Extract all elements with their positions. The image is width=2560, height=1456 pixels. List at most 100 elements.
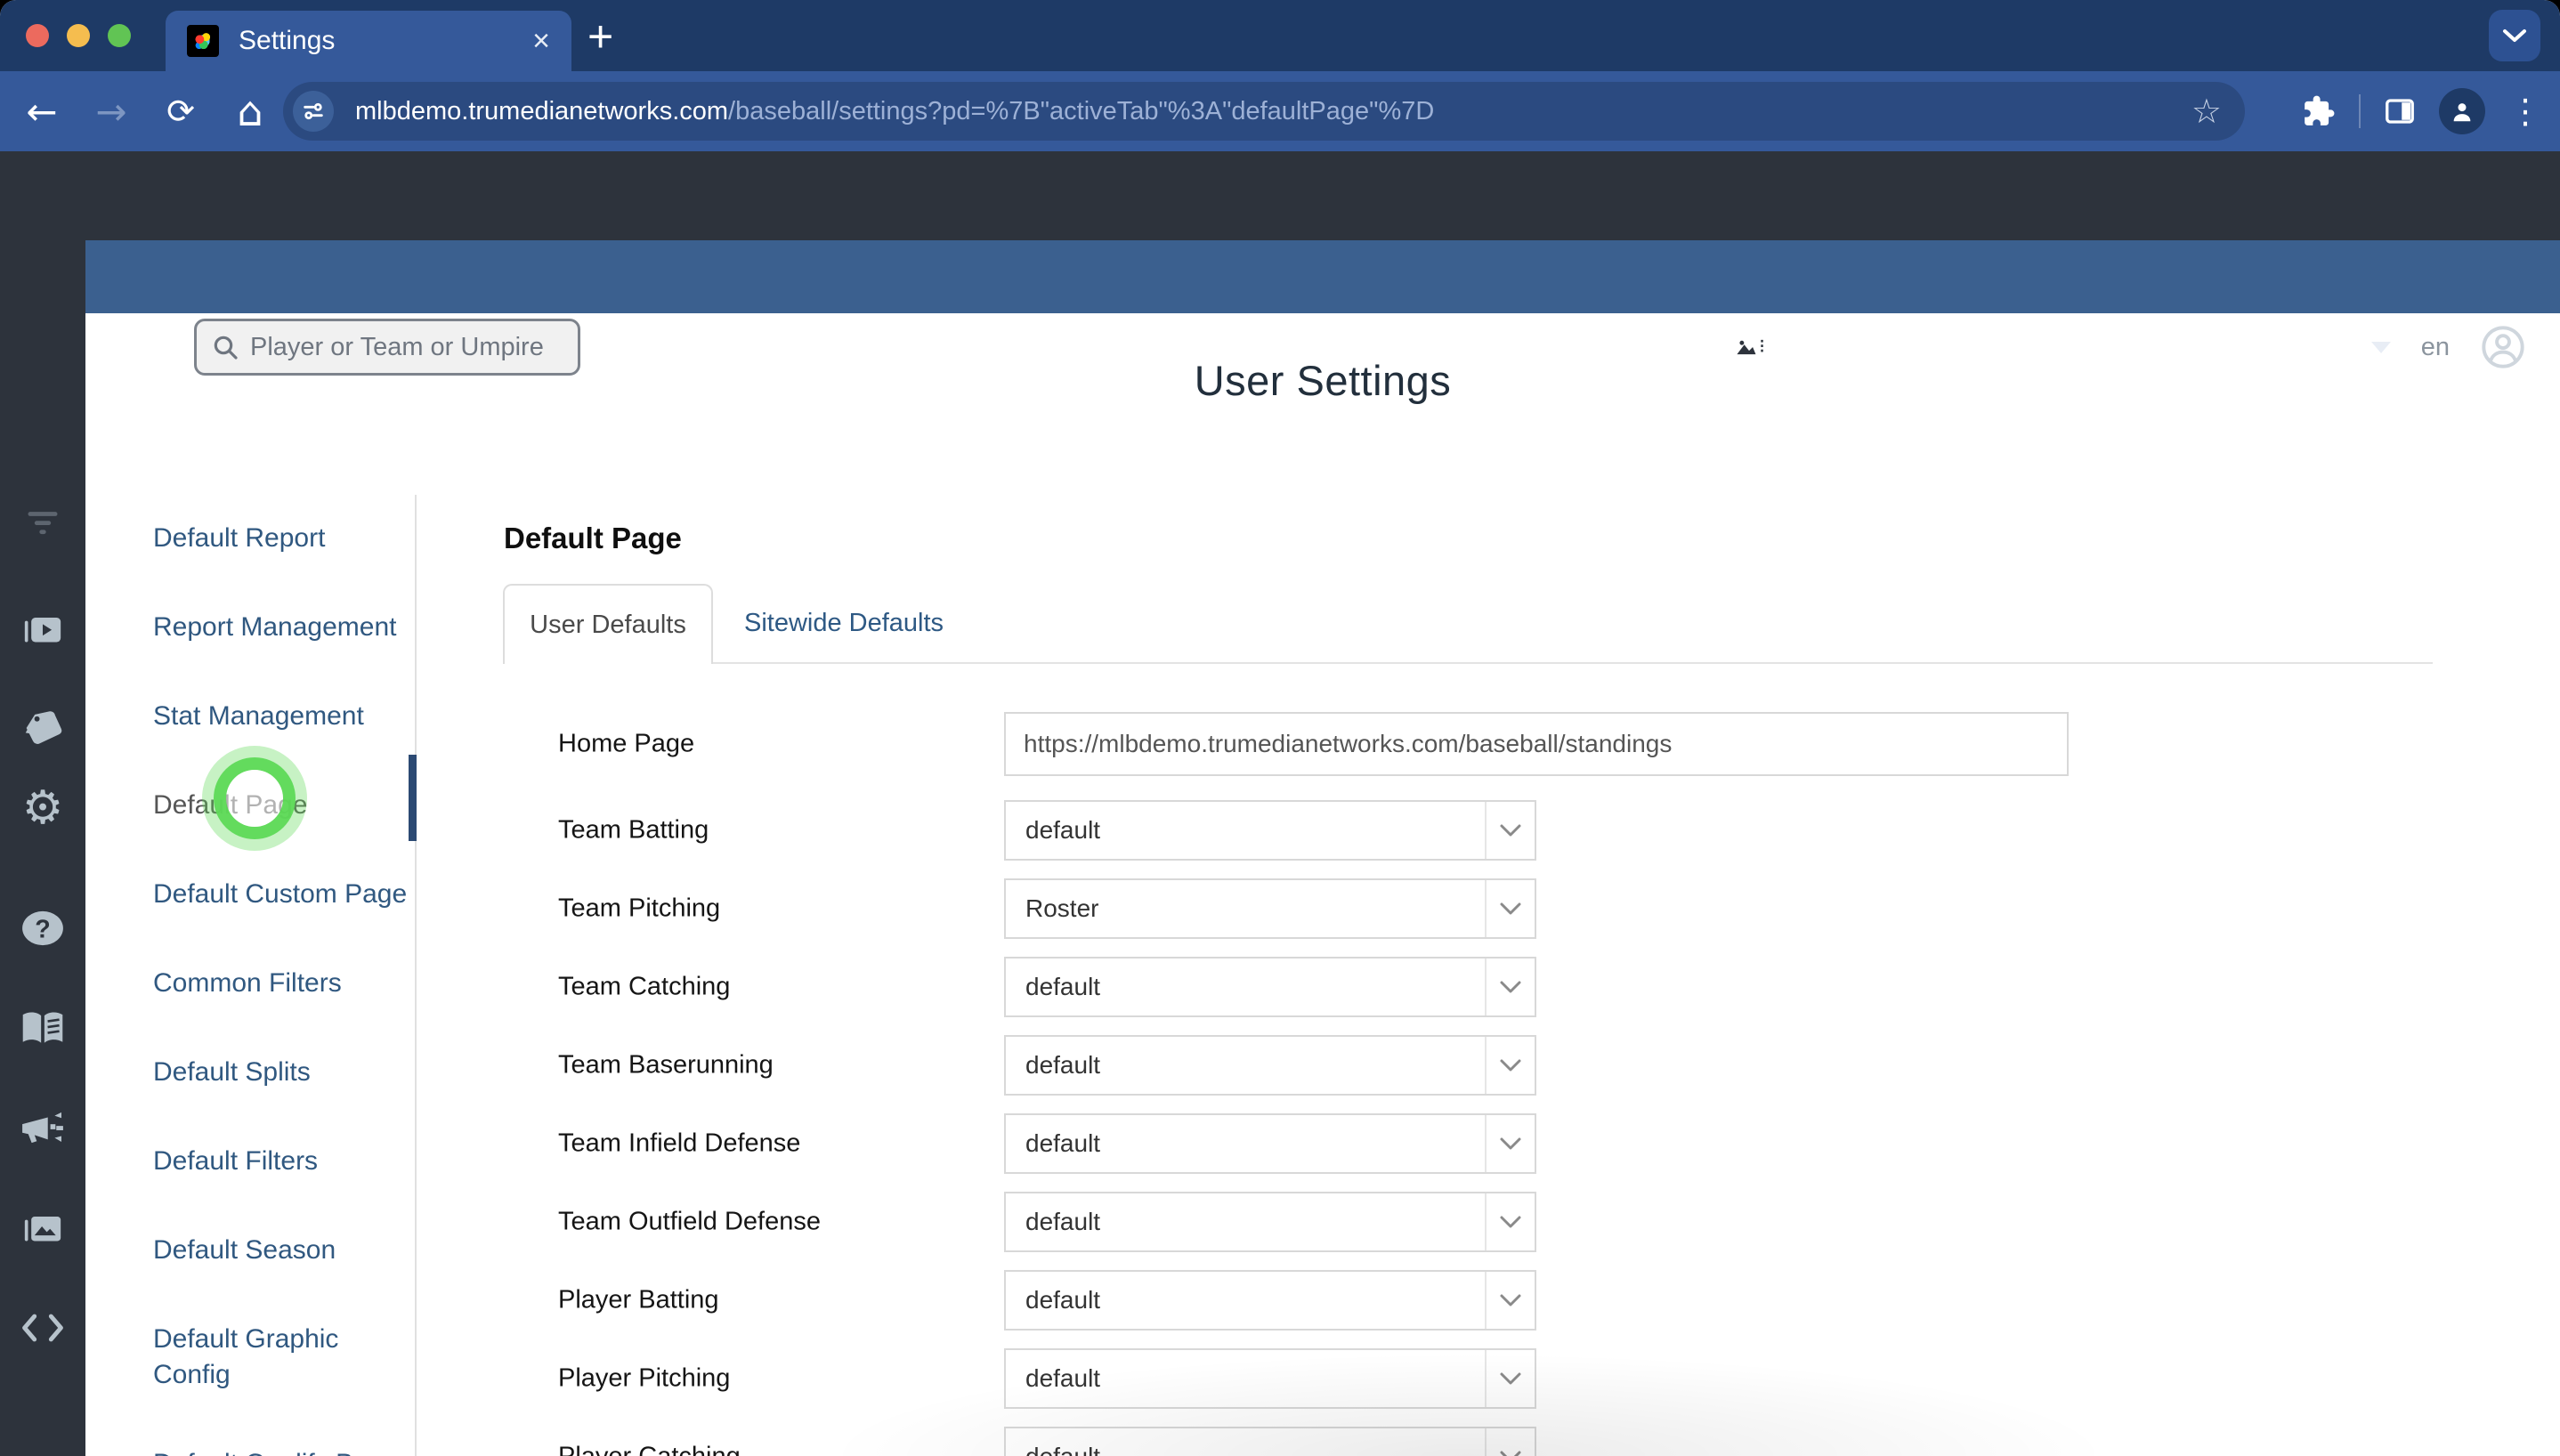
window-minimize-button[interactable] [67,24,90,47]
select-dropdown[interactable]: Roster [1004,878,1536,939]
tab-sitewide-defaults[interactable]: Sitewide Defaults [744,609,944,638]
section-title: Default Page [504,522,682,554]
settings-menu-item[interactable]: Default Page [153,788,420,823]
select-dropdown[interactable]: default [1004,1113,1536,1174]
select-value: default [1025,1286,1101,1314]
page-subheader-bar [85,240,2560,313]
tag-icon[interactable] [0,707,85,750]
select-dropdown[interactable]: default [1004,957,1536,1017]
window-close-button[interactable] [26,24,49,47]
help-icon[interactable]: ? [0,910,85,951]
announcements-megaphone-icon[interactable] [0,1109,85,1151]
select-rows: Team Batting default Team Pitching Roste… [503,800,2096,1456]
settings-menu-item[interactable]: Common Filters [153,966,420,1001]
svg-text:?: ? [35,916,50,944]
tab-user-defaults[interactable]: User Defaults [503,584,713,664]
select-value: default [1025,973,1101,1000]
settings-menu-item[interactable]: Default Filters [153,1144,420,1179]
glossary-book-icon[interactable] [0,1009,85,1051]
settings-gear-icon[interactable]: ⚙ [0,785,85,831]
default-page-form: Home Page Team Batting default Team Pitc… [503,712,2096,1456]
site-header: TRUMEDIA Standings Scores Teams Players [0,151,2560,389]
settings-menu-item[interactable]: Default Qualify By [153,1446,420,1456]
url-text: mlbdemo.trumedianetworks.com/baseball/se… [355,96,1435,125]
tab-title: Settings [239,26,336,55]
home-button[interactable]: ⌂ [228,87,272,135]
address-bar[interactable]: mlbdemo.trumedianetworks.com/baseball/se… [283,82,2245,141]
field-label: Player Batting [558,1285,719,1314]
field-label: Player Catching [558,1443,741,1456]
site-favicon [187,25,219,57]
code-icon[interactable] [0,1312,85,1348]
browser-profile-avatar[interactable] [2439,88,2485,134]
select-dropdown[interactable]: default [1004,1427,1536,1456]
select-dropdown[interactable]: default [1004,1192,1536,1252]
back-button[interactable]: ← [20,90,64,133]
chevron-down-icon [1485,1272,1535,1329]
tab-search-button[interactable] [2489,10,2540,61]
click-indicator [226,770,283,827]
browser-menu-icon[interactable]: ⋮ [2508,92,2542,131]
select-value: default [1025,1208,1101,1235]
settings-menu-item[interactable]: Default Report [153,521,420,556]
video-library-icon[interactable] [0,608,85,651]
settings-menu-item[interactable]: Default Splits [153,1055,420,1090]
home-page-input[interactable] [1004,712,2069,776]
chevron-down-icon [1485,880,1535,937]
page-title: User Settings [1194,357,1452,404]
forward-button[interactable]: → [89,90,134,133]
settings-menu-item[interactable]: Stat Management [153,699,420,734]
browser-tabstrip: Settings × + [0,0,2560,71]
field-label: Team Catching [558,972,731,1001]
browser-window: Settings × + ← → ⟳ ⌂ mlbdemo.trumedianet… [0,0,2560,1456]
form-row-home-page: Home Page [503,712,2096,776]
field-label: Team Outfield Defense [558,1207,821,1236]
reload-button[interactable]: ⟳ [158,92,203,131]
toolbar-divider [2359,94,2361,128]
form-row: Player Batting default [503,1270,2096,1331]
select-value: default [1025,816,1101,844]
chevron-down-icon [1485,802,1535,859]
form-row: Player Pitching default [503,1348,2096,1409]
settings-menu-item[interactable]: Default Custom Page [153,877,420,912]
field-label: Team Pitching [558,894,721,923]
field-label: Team Baserunning [558,1050,774,1080]
select-value: default [1025,1364,1101,1392]
app-sidebar: ⚙ ? [0,240,85,1456]
select-dropdown[interactable]: default [1004,1348,1536,1409]
form-row: Player Catching default [503,1427,2096,1456]
media-gallery-icon[interactable] [0,1207,85,1250]
window-zoom-button[interactable] [108,24,131,47]
field-label: Team Infield Defense [558,1128,801,1158]
new-tab-button[interactable]: + [587,14,613,59]
browser-tab-settings[interactable]: Settings × [166,11,571,71]
chevron-down-icon [1485,1193,1535,1250]
select-dropdown[interactable]: default [1004,800,1536,861]
select-value: Roster [1025,894,1099,922]
menu-divider [415,495,417,1456]
select-value: default [1025,1051,1101,1079]
field-label: Player Pitching [558,1363,731,1393]
tab-close-icon[interactable]: × [532,26,550,56]
form-row: Team Catching default [503,957,2096,1017]
form-row: Team Pitching Roster [503,878,2096,939]
bookmark-star-icon[interactable]: ☆ [2191,92,2222,131]
chevron-down-icon [1485,959,1535,1015]
chevron-down-icon [2503,29,2526,42]
select-value: default [1006,1428,1535,1456]
filter-icon[interactable] [0,510,85,541]
league-caret-icon [2370,341,2391,353]
home-page-label: Home Page [558,729,695,758]
field-label: Team Batting [558,815,709,845]
settings-menu-item[interactable]: Default Graphic Config [153,1322,420,1393]
chevron-down-icon [1485,1350,1535,1407]
form-row: Team Infield Defense default [503,1113,2096,1174]
site-settings-icon[interactable] [293,91,334,132]
settings-menu-item[interactable]: Report Management [153,610,420,645]
settings-menu-item[interactable]: Default Season [153,1233,420,1268]
chevron-down-icon [1485,1428,1535,1456]
select-dropdown[interactable]: default [1004,1035,1536,1096]
side-panel-icon[interactable] [2384,95,2416,127]
select-dropdown[interactable]: default [1004,1270,1536,1331]
extensions-icon[interactable] [2302,94,2336,128]
